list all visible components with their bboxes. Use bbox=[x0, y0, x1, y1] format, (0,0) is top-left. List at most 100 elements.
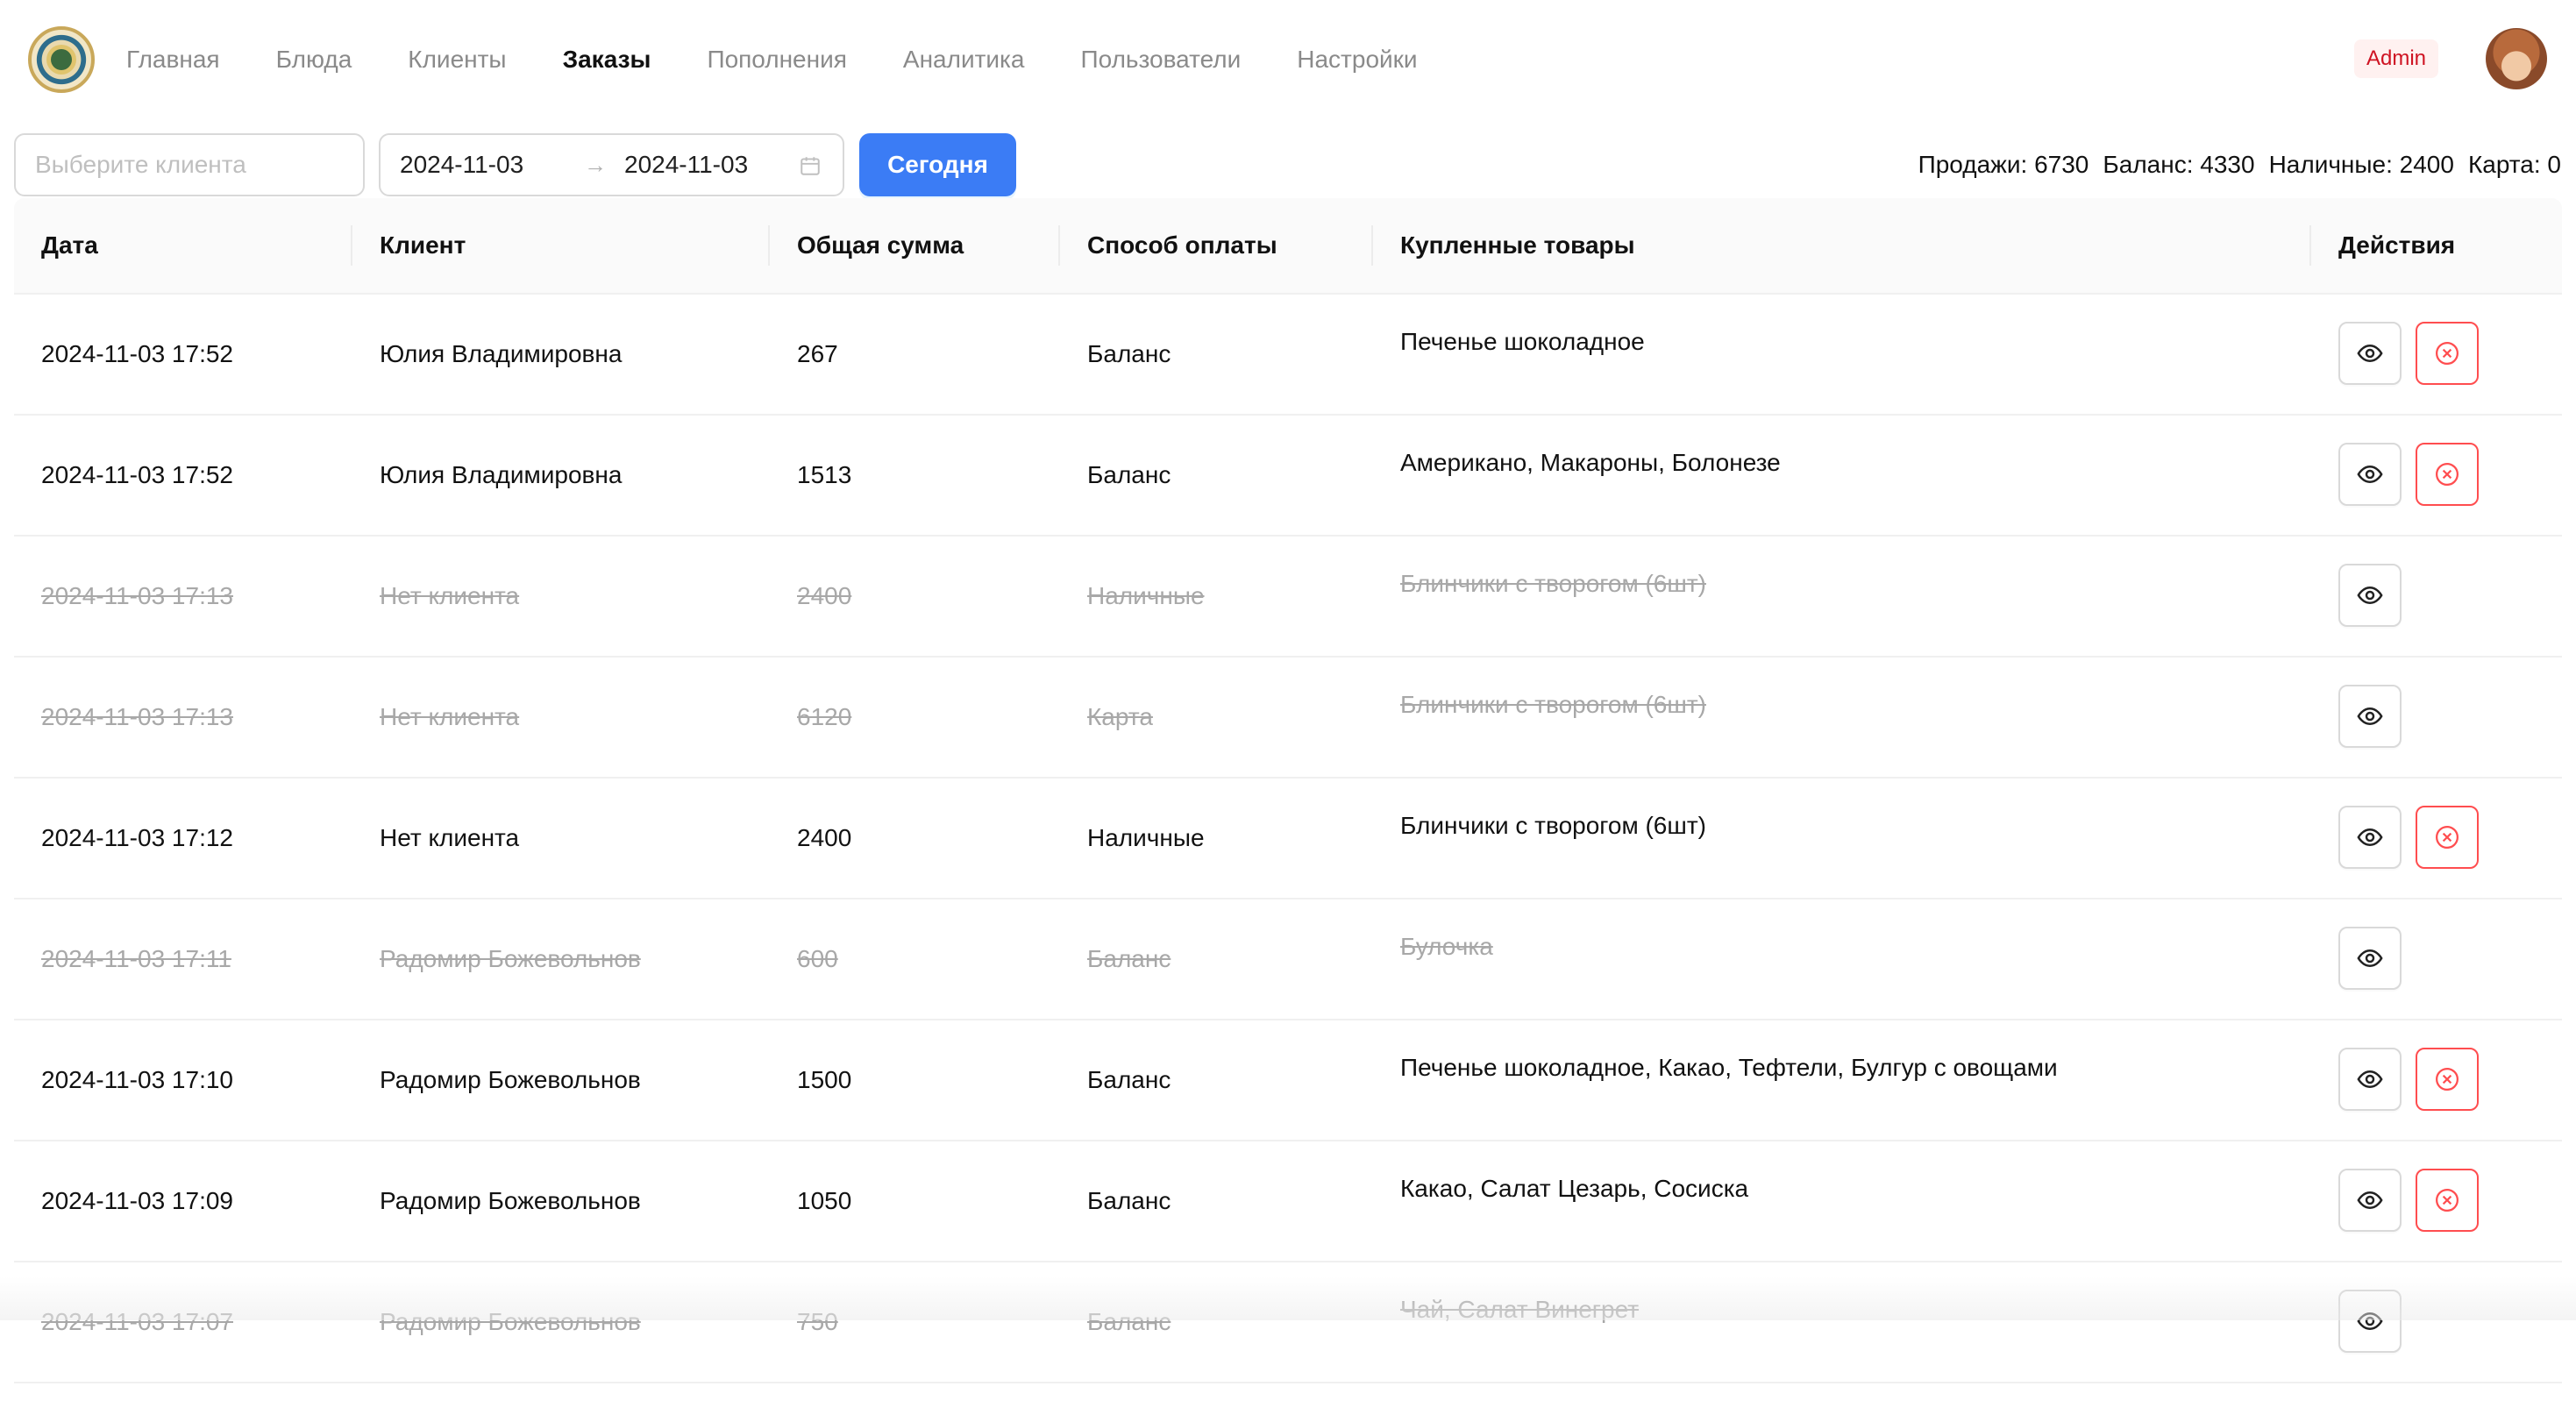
view-order-button[interactable] bbox=[2338, 806, 2402, 869]
nav-item-home[interactable]: Главная bbox=[126, 46, 220, 74]
cell-payment: Баланс bbox=[1087, 1308, 1171, 1335]
cell-client: Радомир Божевольнов bbox=[380, 1066, 641, 1093]
sales-summary: Продажи: 6730 Баланс: 4330 Наличные: 240… bbox=[1904, 133, 2561, 196]
cell-total: 2400 bbox=[797, 582, 852, 609]
range-arrow-icon: → bbox=[584, 152, 607, 178]
eye-icon bbox=[2357, 1070, 2383, 1089]
cell-total: 600 bbox=[797, 945, 838, 972]
cell-payment: Баланс bbox=[1087, 461, 1171, 488]
cell-payment: Наличные bbox=[1087, 582, 1205, 609]
eye-icon bbox=[2357, 828, 2383, 847]
cell-payment: Баланс bbox=[1087, 1187, 1171, 1214]
cell-date: 2024-11-03 17:10 bbox=[41, 1066, 233, 1093]
eye-icon bbox=[2357, 1312, 2383, 1331]
calendar-icon bbox=[801, 157, 820, 175]
stat-card: Карта: 0 bbox=[2467, 151, 2561, 178]
cell-client: Юлия Владимировна bbox=[380, 340, 623, 367]
date-to-input[interactable]: 2024-11-03 bbox=[624, 135, 748, 195]
client-select[interactable]: Выберите клиента bbox=[14, 133, 365, 196]
today-button[interactable]: Сегодня bbox=[859, 133, 1016, 196]
cell-client: Нет клиента bbox=[380, 824, 520, 851]
column-header-payment[interactable]: Способ оплаты bbox=[1087, 198, 1277, 293]
top-header: Главная Блюда Клиенты Заказы Пополнения … bbox=[0, 0, 2576, 119]
cell-total: 267 bbox=[797, 340, 838, 367]
close-circle-icon bbox=[2436, 463, 2459, 486]
table-row: 2024-11-03 17:52 Юлия Владимировна 267 Бала… bbox=[14, 295, 2562, 416]
table-row: 2024-11-03 17:07 Радомир Божевольнов 750 Ба… bbox=[14, 1262, 2562, 1383]
nav-item-users[interactable]: Пользователи bbox=[1081, 46, 1242, 74]
user-avatar[interactable] bbox=[2486, 28, 2547, 89]
cell-date: 2024-11-03 17:52 bbox=[41, 461, 233, 488]
stat-sales: Продажи: 6730 bbox=[1918, 151, 2089, 178]
cell-client: Юлия Владимировна bbox=[380, 461, 623, 488]
cell-date: 2024-11-03 17:11 bbox=[41, 945, 231, 972]
cell-date: 2024-11-03 17:09 bbox=[41, 1187, 233, 1214]
nav-item-orders[interactable]: Заказы bbox=[563, 46, 651, 74]
date-from-input[interactable]: 2024-11-03 bbox=[400, 135, 523, 195]
cell-total: 1050 bbox=[797, 1187, 852, 1214]
table-row: 2024-11-03 17:12 Нет клиента 2400 Наличные Б… bbox=[14, 779, 2562, 899]
orders-table: Дата Клиент Общая сумма Способ оплаты Ку… bbox=[14, 198, 2562, 1383]
table-row: 2024-11-03 17:11 Радомир Божевольнов 600 Ба… bbox=[14, 899, 2562, 1020]
view-order-button[interactable] bbox=[2338, 443, 2402, 506]
cell-client: Нет клиента bbox=[380, 582, 520, 609]
cell-client: Радомир Божевольнов bbox=[380, 1308, 641, 1335]
eye-icon bbox=[2357, 344, 2383, 363]
view-order-button[interactable] bbox=[2338, 1048, 2402, 1111]
view-order-button[interactable] bbox=[2338, 564, 2402, 627]
view-order-button[interactable] bbox=[2338, 685, 2402, 748]
cell-total: 1513 bbox=[797, 461, 852, 488]
view-order-button[interactable] bbox=[2338, 927, 2402, 990]
nav-item-settings[interactable]: Настройки bbox=[1297, 46, 1417, 74]
nav-item-clients[interactable]: Клиенты bbox=[408, 46, 506, 74]
cancel-order-button[interactable] bbox=[2416, 806, 2479, 869]
cancel-order-button[interactable] bbox=[2416, 322, 2479, 385]
view-order-button[interactable] bbox=[2338, 1169, 2402, 1232]
table-header: Дата Клиент Общая сумма Способ оплаты Ку… bbox=[14, 198, 2562, 295]
eye-icon bbox=[2357, 465, 2383, 484]
column-divider bbox=[2309, 225, 2311, 266]
view-order-button[interactable] bbox=[2338, 1290, 2402, 1353]
view-order-button[interactable] bbox=[2338, 322, 2402, 385]
cancel-order-button[interactable] bbox=[2416, 443, 2479, 506]
main-nav: Главная Блюда Клиенты Заказы Пополнения … bbox=[126, 0, 1474, 119]
table-row: 2024-11-03 17:52 Юлия Владимировна 1513 Бал… bbox=[14, 416, 2562, 537]
eye-icon bbox=[2357, 1191, 2383, 1210]
cell-total: 6120 bbox=[797, 703, 852, 730]
cell-client: Радомир Божевольнов bbox=[380, 1187, 641, 1214]
column-header-date[interactable]: Дата bbox=[41, 198, 98, 293]
cell-client: Нет клиента bbox=[380, 703, 520, 730]
eye-icon bbox=[2357, 586, 2383, 605]
close-circle-icon bbox=[2436, 1189, 2459, 1212]
table-row: 2024-11-03 17:13 Нет клиента 2400 Наличные Б… bbox=[14, 537, 2562, 658]
column-header-total[interactable]: Общая сумма bbox=[797, 198, 964, 293]
cell-date: 2024-11-03 17:13 bbox=[41, 703, 233, 730]
nav-item-analytics[interactable]: Аналитика bbox=[903, 46, 1025, 74]
app-logo[interactable] bbox=[28, 26, 95, 93]
cell-date: 2024-11-03 17:52 bbox=[41, 340, 233, 367]
cell-payment: Баланс bbox=[1087, 340, 1171, 367]
column-header-items[interactable]: Купленные товары bbox=[1400, 198, 1635, 293]
cell-payment: Карта bbox=[1087, 703, 1153, 730]
nav-item-dishes[interactable]: Блюда bbox=[276, 46, 352, 74]
role-badge: Admin bbox=[2354, 39, 2439, 78]
cell-client: Радомир Божевольнов bbox=[380, 945, 641, 972]
column-header-client[interactable]: Клиент bbox=[380, 198, 466, 293]
cell-date: 2024-11-03 17:12 bbox=[41, 824, 233, 851]
cell-payment: Баланс bbox=[1087, 945, 1171, 972]
date-range-picker[interactable]: 2024-11-03 → 2024-11-03 bbox=[379, 133, 844, 196]
cell-date: 2024-11-03 17:07 bbox=[41, 1308, 233, 1335]
cell-payment: Баланс bbox=[1087, 1066, 1171, 1093]
table-row: 2024-11-03 17:13 Нет клиента 6120 Карта Блин… bbox=[14, 658, 2562, 779]
cell-date: 2024-11-03 17:13 bbox=[41, 582, 233, 609]
cancel-order-button[interactable] bbox=[2416, 1048, 2479, 1111]
cell-payment: Наличные bbox=[1087, 824, 1205, 851]
table-row: 2024-11-03 17:10 Радомир Божевольнов 1500 Б… bbox=[14, 1020, 2562, 1141]
stat-cash: Наличные: 2400 bbox=[2268, 151, 2454, 178]
close-circle-icon bbox=[2436, 826, 2459, 849]
column-divider bbox=[1058, 225, 1060, 266]
cell-total: 2400 bbox=[797, 824, 852, 851]
stat-balance: Баланс: 4330 bbox=[2103, 151, 2255, 178]
cancel-order-button[interactable] bbox=[2416, 1169, 2479, 1232]
nav-item-topups[interactable]: Пополнения bbox=[707, 46, 846, 74]
